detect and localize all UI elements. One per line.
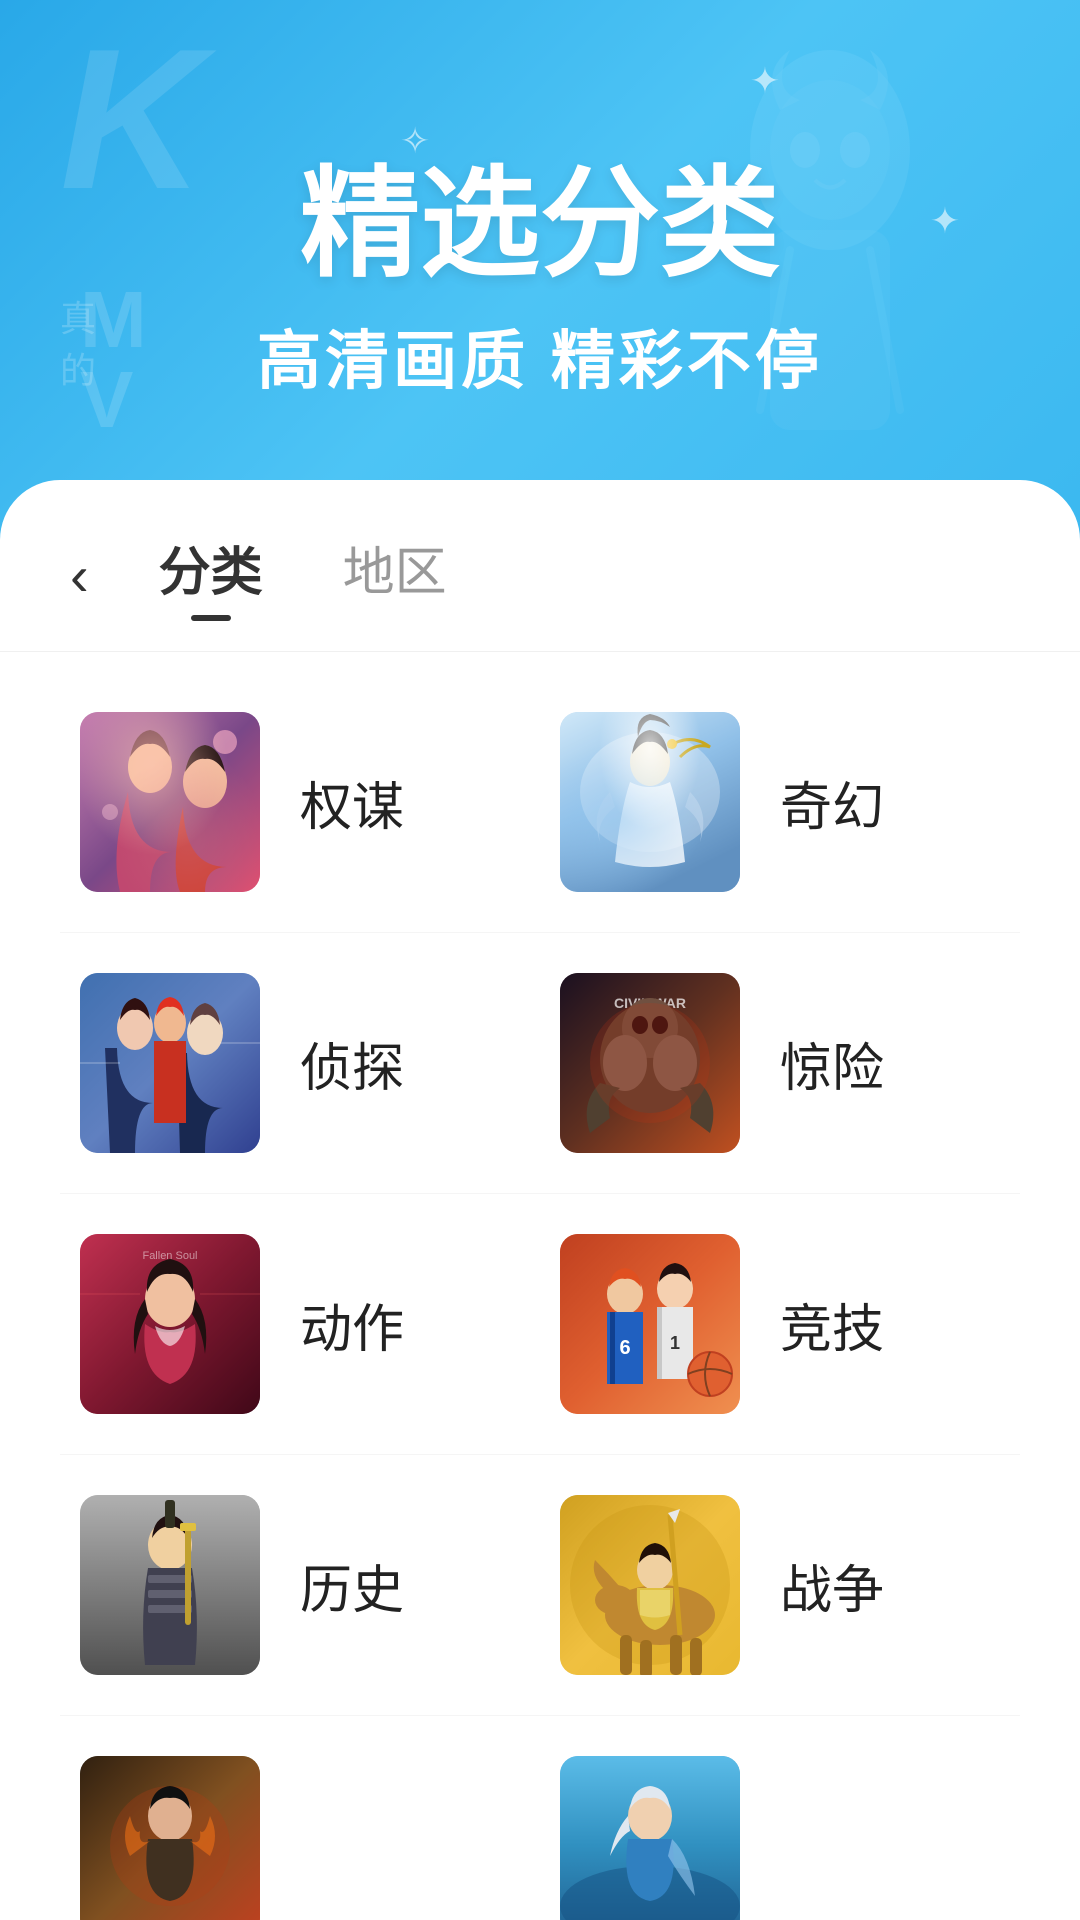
category-thumb-lishi (80, 1495, 260, 1675)
content-card: ‹ 分类 地区 (0, 480, 1080, 1920)
category-label-lishi: 历史 (300, 1548, 404, 1623)
category-row-1: 权谋 (60, 672, 1020, 933)
hero-label-decoration: 真的 (60, 290, 96, 394)
category-label-zhentan: 侦探 (300, 1026, 404, 1101)
category-item-zhentan[interactable]: 侦探 (60, 933, 540, 1193)
tab-diqu[interactable]: 地区 (343, 530, 447, 621)
hero-bg-decoration: K (60, 20, 194, 220)
category-label-jingji: 竞技 (780, 1287, 884, 1362)
tabs-container: 分类 地区 (159, 530, 447, 621)
category-item-zhanzhen[interactable]: 战争 (540, 1455, 1020, 1715)
category-label-qihuan: 奇幻 (780, 765, 884, 840)
category-row-2: 侦探 CIVIL WAR (60, 933, 1020, 1194)
category-thumb-zhentan (80, 973, 260, 1153)
tab-fenlei[interactable]: 分类 (159, 530, 263, 621)
category-item-jingxian[interactable]: CIVIL WAR 3 (540, 933, 1020, 1193)
category-item-row5-left[interactable] (60, 1716, 540, 1920)
svg-text:1: 1 (670, 1333, 680, 1353)
category-thumb-quanmou (80, 712, 260, 892)
category-thumb-row5-left (80, 1756, 260, 1920)
category-item-row5-right[interactable] (540, 1716, 1020, 1920)
hero-subtitle: 高清画质 精彩不停 (257, 310, 823, 402)
category-label-dongzuo: 动作 (300, 1287, 404, 1362)
category-item-jingji[interactable]: 6 1 (540, 1194, 1020, 1454)
sparkle-icon-3: ✧ (400, 120, 430, 162)
back-button[interactable]: ‹ (60, 538, 99, 614)
category-item-dongzuo[interactable]: Fallen Soul (60, 1194, 540, 1454)
hero-section: K MV 真的 ✦ ✦ ✧ 精选分类 高清画质 精彩不停 (0, 0, 1080, 560)
category-item-qihuan[interactable]: 奇幻 (540, 672, 1020, 932)
category-thumb-jingxian: CIVIL WAR 3 (560, 973, 740, 1153)
category-row-4: 历史 (60, 1455, 1020, 1716)
category-list: 权谋 (0, 652, 1080, 1920)
category-row-5 (60, 1716, 1020, 1920)
category-label-jingxian: 惊险 (780, 1026, 884, 1101)
hero-title: 精选分类 (300, 158, 780, 290)
category-thumb-dongzuo: Fallen Soul (80, 1234, 260, 1414)
tab-bar: ‹ 分类 地区 (0, 480, 1080, 652)
category-thumb-qihuan (560, 712, 740, 892)
category-thumb-jingji: 6 1 (560, 1234, 740, 1414)
category-thumb-row5-right (560, 1756, 740, 1920)
category-thumb-zhanzhen (560, 1495, 740, 1675)
category-item-quanmou[interactable]: 权谋 (60, 672, 540, 932)
svg-text:6: 6 (619, 1337, 630, 1359)
category-item-lishi[interactable]: 历史 (60, 1455, 540, 1715)
category-label-quanmou: 权谋 (300, 765, 404, 840)
category-label-zhanzhen: 战争 (780, 1548, 884, 1623)
category-row-3: Fallen Soul (60, 1194, 1020, 1455)
